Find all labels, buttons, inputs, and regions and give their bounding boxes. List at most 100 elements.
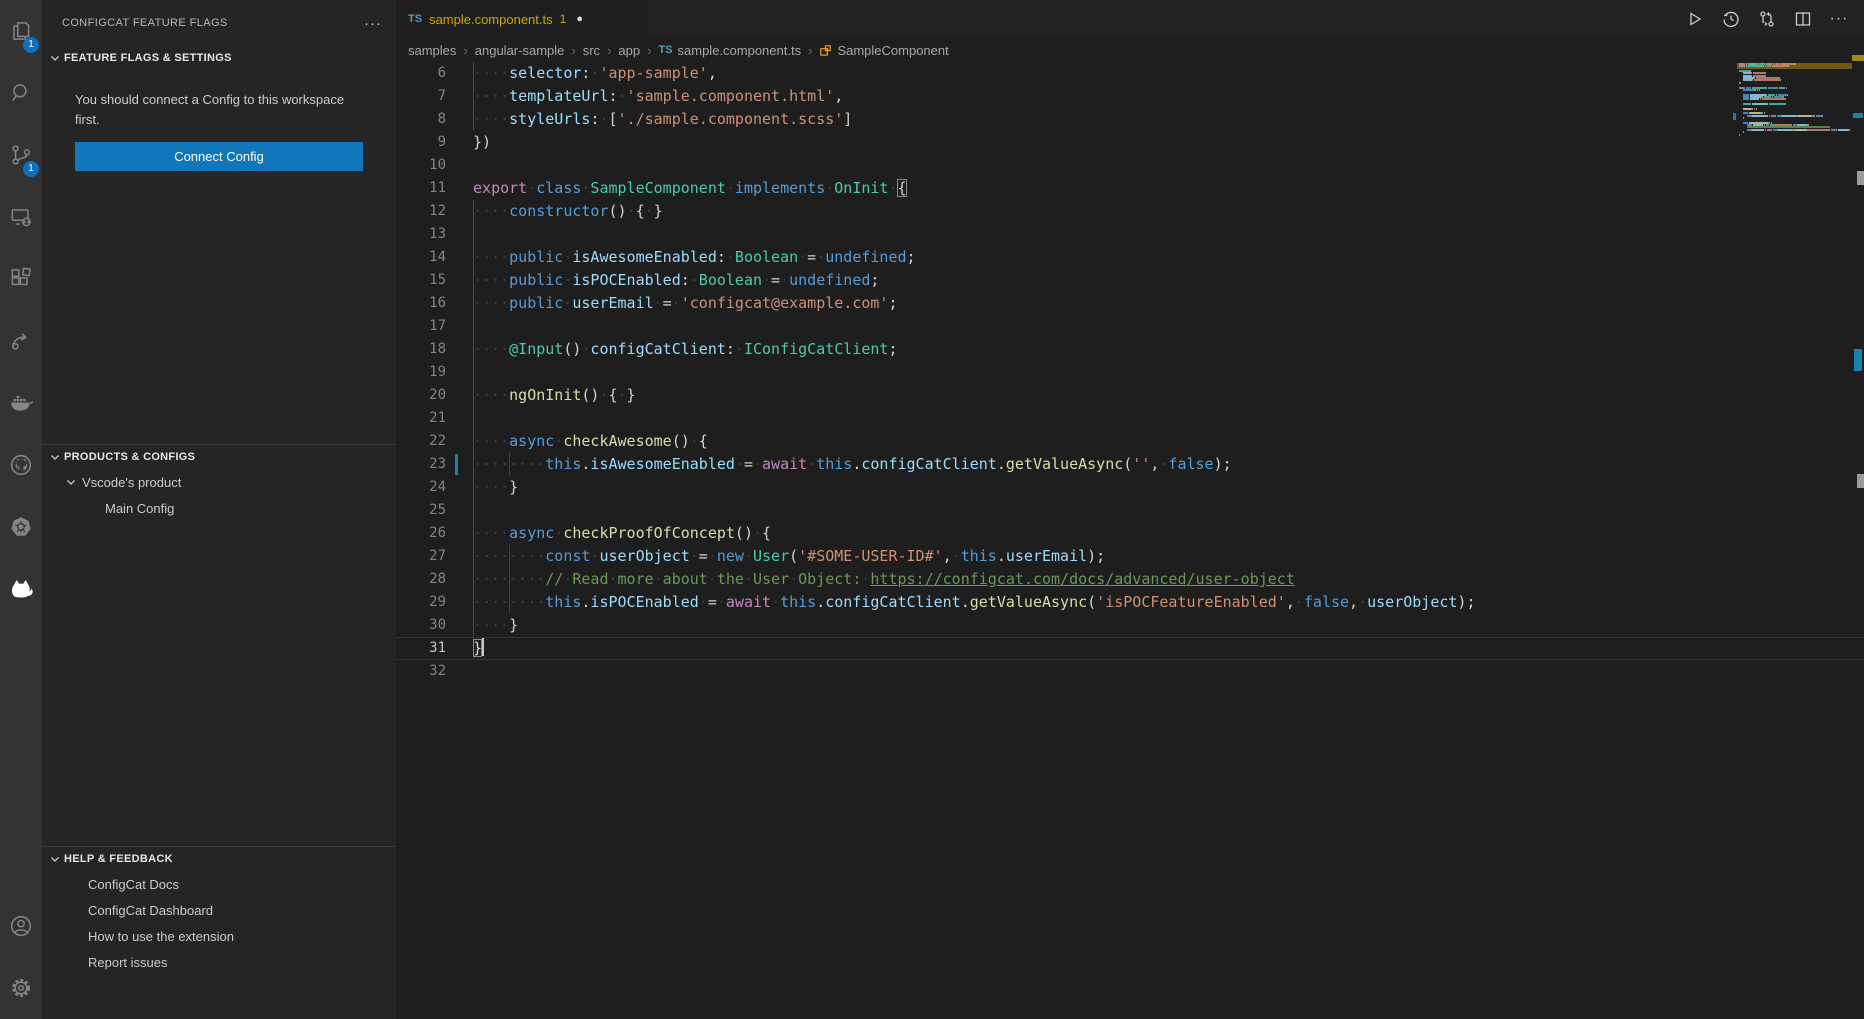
extensions-icon[interactable] — [0, 248, 42, 310]
code-line[interactable]: 10 — [396, 154, 1864, 177]
tab-sample-component[interactable]: TS sample.component.ts 1 ● — [396, 0, 648, 38]
breadcrumb-item-angular-sample[interactable]: angular-sample — [475, 43, 565, 58]
line-number[interactable]: 14 — [396, 246, 446, 269]
code-line[interactable]: 14 ····public·isAwesomeEnabled:·Boolean·=… — [396, 246, 1864, 269]
line-number[interactable]: 15 — [396, 269, 446, 292]
line-number[interactable]: 16 — [396, 292, 446, 315]
code-line[interactable]: 24····} — [396, 476, 1864, 499]
code-line[interactable]: 15····public·isPOCEnabled:·Boolean·=·und… — [396, 269, 1864, 292]
line-number[interactable]: 9 — [396, 131, 446, 154]
live-share-icon[interactable] — [0, 310, 42, 372]
line-number[interactable]: 31 — [396, 637, 446, 660]
line-number[interactable]: 10 — [396, 154, 446, 177]
source-control-badge: 1 — [23, 161, 39, 177]
docker-icon[interactable] — [0, 372, 42, 434]
ruler-marker — [1857, 474, 1864, 488]
line-number[interactable]: 24 — [396, 476, 446, 499]
line-number[interactable]: 28 — [396, 568, 446, 591]
line-number[interactable]: 29 — [396, 591, 446, 614]
help-item-how-to[interactable]: How to use the extension — [42, 923, 396, 949]
remote-explorer-icon[interactable] — [0, 186, 42, 248]
breadcrumb-item-src[interactable]: src — [583, 43, 600, 58]
section-help-feedback: HELP & FEEDBACK ConfigCat Docs ConfigCat… — [42, 846, 396, 975]
line-number[interactable]: 20 — [396, 384, 446, 407]
help-item-dashboard[interactable]: ConfigCat Dashboard — [42, 897, 396, 923]
code-line[interactable]: 32 — [396, 660, 1864, 683]
breadcrumb-item-sample-component-ts[interactable]: TSsample.component.ts — [658, 43, 801, 58]
compare-changes-icon[interactable] — [1756, 8, 1778, 30]
code-line[interactable]: 18····@Input()·configCatClient:·IConfigC… — [396, 338, 1864, 361]
code-text: ····public·isAwesomeEnabled:·Boolean·=·u… — [473, 246, 916, 269]
line-number[interactable]: 27 — [396, 545, 446, 568]
feature-flags-section-header[interactable]: FEATURE FLAGS & SETTINGS — [42, 46, 396, 70]
settings-gear-icon[interactable] — [0, 957, 42, 1019]
tree-item-product[interactable]: Vscode's product — [42, 469, 396, 495]
search-icon[interactable] — [0, 62, 42, 124]
products-configs-section-header[interactable]: PRODUCTS & CONFIGS — [42, 445, 396, 469]
code-line[interactable]: 8····styleUrls:·['./sample.component.scs… — [396, 108, 1864, 131]
line-number[interactable]: 11 — [396, 177, 446, 200]
minimap[interactable] — [1737, 62, 1852, 142]
line-number[interactable]: 8 — [396, 108, 446, 131]
timeline-icon[interactable] — [1720, 8, 1742, 30]
code-line[interactable]: 22····async·checkAwesome()·{ — [396, 430, 1864, 453]
help-feedback-section-header[interactable]: HELP & FEEDBACK — [42, 847, 396, 871]
line-number[interactable]: 13 — [396, 223, 446, 246]
code-line[interactable]: 19 — [396, 361, 1864, 384]
line-number[interactable]: 19 — [396, 361, 446, 384]
line-number[interactable]: 6 — [396, 62, 446, 85]
run-icon[interactable] — [1684, 8, 1706, 30]
line-number[interactable]: 21 — [396, 407, 446, 430]
help-item-docs[interactable]: ConfigCat Docs — [42, 871, 396, 897]
line-number[interactable]: 12 — [396, 200, 446, 223]
line-number[interactable]: 25 — [396, 499, 446, 522]
code-line[interactable]: 16 ····public·userEmail·=·'configcat@exam… — [396, 292, 1864, 315]
code-line[interactable]: 20····ngOnInit()·{·} — [396, 384, 1864, 407]
code-line[interactable]: 25 — [396, 499, 1864, 522]
code-line[interactable]: 6····selector:·'app-sample', — [396, 62, 1864, 85]
explorer-icon[interactable]: 1 — [0, 0, 42, 62]
help-item-report-issues[interactable]: Report issues — [42, 949, 396, 975]
code-line[interactable]: 21 — [396, 407, 1864, 430]
code-line[interactable]: 29········this.isPOCEnabled·=·await·this… — [396, 591, 1864, 614]
line-number[interactable]: 17 — [396, 315, 446, 338]
tree-item-main-config[interactable]: Main Config — [42, 495, 396, 521]
breadcrumb-item-samplecomponent[interactable]: SampleComponent — [819, 43, 948, 58]
overview-ruler[interactable] — [1852, 38, 1864, 1019]
code-line[interactable]: 30····} — [396, 614, 1864, 637]
code-line[interactable]: 11export·class·SampleComponent·implement… — [396, 177, 1864, 200]
connect-config-button[interactable]: Connect Config — [75, 142, 363, 171]
line-number[interactable]: 30 — [396, 614, 446, 637]
split-editor-icon[interactable] — [1792, 8, 1814, 30]
line-number[interactable]: 23 — [396, 453, 446, 476]
code-line[interactable]: 26····async·checkProofOfConcept()·{ — [396, 522, 1864, 545]
text-cursor — [482, 638, 484, 656]
code-editor[interactable]: 6····selector:·'app-sample',7····templat… — [396, 62, 1864, 1019]
line-number[interactable]: 32 — [396, 660, 446, 683]
code-line[interactable]: 7····templateUrl:·'sample.component.html… — [396, 85, 1864, 108]
kubernetes-icon[interactable] — [0, 496, 42, 558]
line-number[interactable]: 7 — [396, 85, 446, 108]
code-line[interactable]: 28········//·Read·more·about·the·User·Ob… — [396, 568, 1864, 591]
line-number[interactable]: 26 — [396, 522, 446, 545]
github-icon[interactable] — [0, 434, 42, 496]
code-line[interactable]: 12····constructor()·{·} — [396, 200, 1864, 223]
code-line[interactable]: 13 — [396, 223, 1864, 246]
more-actions-icon[interactable]: ··· — [1828, 8, 1850, 30]
breadcrumb-item-samples[interactable]: samples — [408, 43, 456, 58]
code-line[interactable]: 9}) — [396, 131, 1864, 154]
configcat-icon[interactable] — [0, 558, 42, 620]
line-number[interactable]: 22 — [396, 430, 446, 453]
code-text: ····public·userEmail·=·'configcat@exampl… — [473, 292, 897, 315]
account-icon[interactable] — [0, 895, 42, 957]
code-line[interactable]: 31} — [396, 637, 1864, 660]
dirty-indicator-icon[interactable]: ● — [576, 13, 583, 25]
activity-bar: 1 1 — [0, 0, 42, 1019]
sidebar-more-actions[interactable]: ··· — [364, 15, 382, 32]
source-control-icon[interactable]: 1 — [0, 124, 42, 186]
breadcrumb-item-app[interactable]: app — [618, 43, 640, 58]
code-line[interactable]: 23········this.isAwesomeEnabled·=·await·… — [396, 453, 1864, 476]
code-line[interactable]: 17 — [396, 315, 1864, 338]
line-number[interactable]: 18 — [396, 338, 446, 361]
code-line[interactable]: 27········const·userObject·=·new·User('#… — [396, 545, 1864, 568]
